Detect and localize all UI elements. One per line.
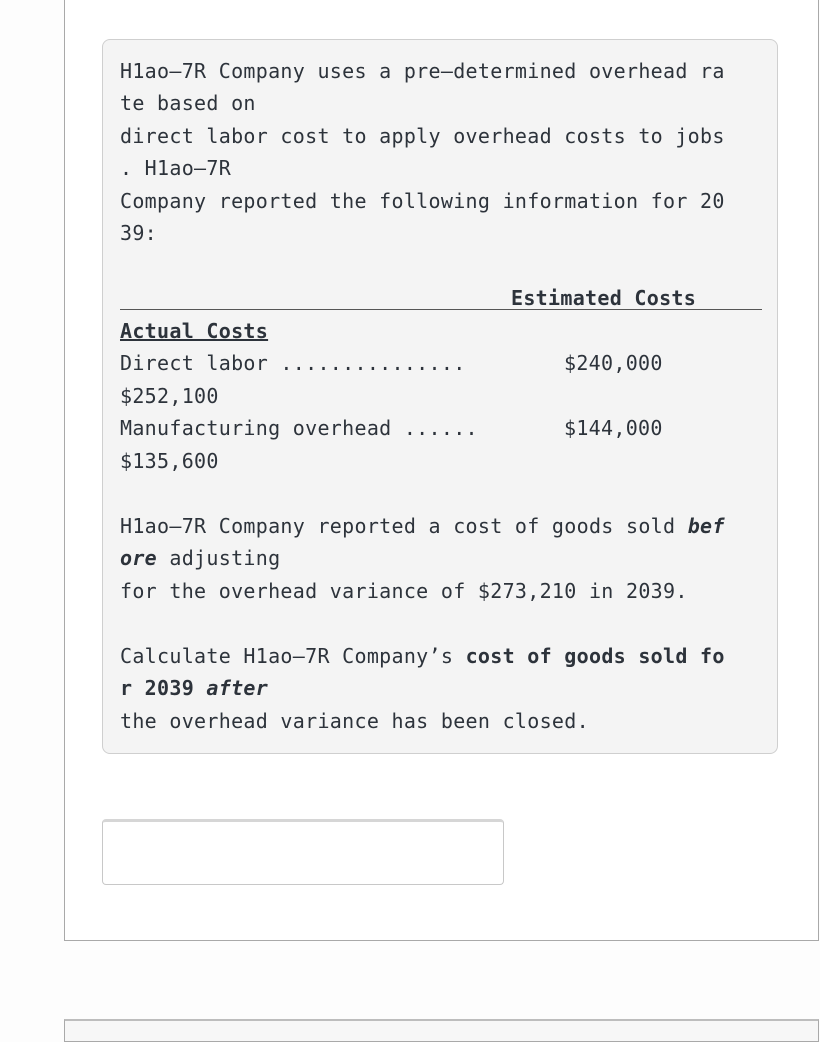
question-emphasis: cost of goods sold fo [465, 644, 725, 668]
direct-labor-label: Direct labor ............... [120, 351, 466, 375]
overhead-actual: $135,600 [120, 449, 219, 473]
direct-labor-estimated: $240,000 [564, 351, 663, 375]
question-line: r 2039 after [120, 672, 268, 705]
cogs-line: for the overhead variance of $273,210 in… [120, 579, 688, 603]
question-after-emphasis: after [206, 676, 269, 700]
cogs-line: H1ao–7R Company reported a cost of goods… [120, 510, 725, 543]
question-emphasis: r 2039 [120, 676, 207, 700]
question-line: Calculate H1ao–7R Company’s cost of good… [120, 640, 725, 673]
intro-line: . H1ao–7R [120, 156, 232, 180]
intro-line: te based on [120, 91, 256, 115]
table-divider [120, 309, 762, 310]
intro-line: H1ao–7R Company uses a pre–determined ov… [120, 59, 725, 83]
overhead-label: Manufacturing overhead ...... [120, 416, 478, 440]
intro-line: Company reported the following informati… [120, 189, 725, 213]
cogs-line: ore adjusting [120, 542, 280, 575]
cogs-text: H1ao–7R Company reported a cost of goods… [120, 514, 688, 538]
question-text: Calculate H1ao–7R Company’s [120, 644, 466, 668]
cogs-text: adjusting [157, 546, 281, 570]
direct-labor-actual: $252,100 [120, 384, 219, 408]
cogs-before-emphasis: bef [687, 514, 725, 538]
answer-input[interactable] [102, 819, 504, 885]
intro-line: direct labor cost to apply overhead cost… [120, 124, 725, 148]
actual-costs-header: Actual Costs [120, 319, 269, 343]
next-question-panel [64, 1019, 819, 1042]
question-line: the overhead variance has been closed. [120, 709, 589, 733]
intro-line: 39: [120, 221, 158, 245]
cogs-before-emphasis: ore [120, 546, 158, 570]
overhead-estimated: $144,000 [564, 416, 663, 440]
